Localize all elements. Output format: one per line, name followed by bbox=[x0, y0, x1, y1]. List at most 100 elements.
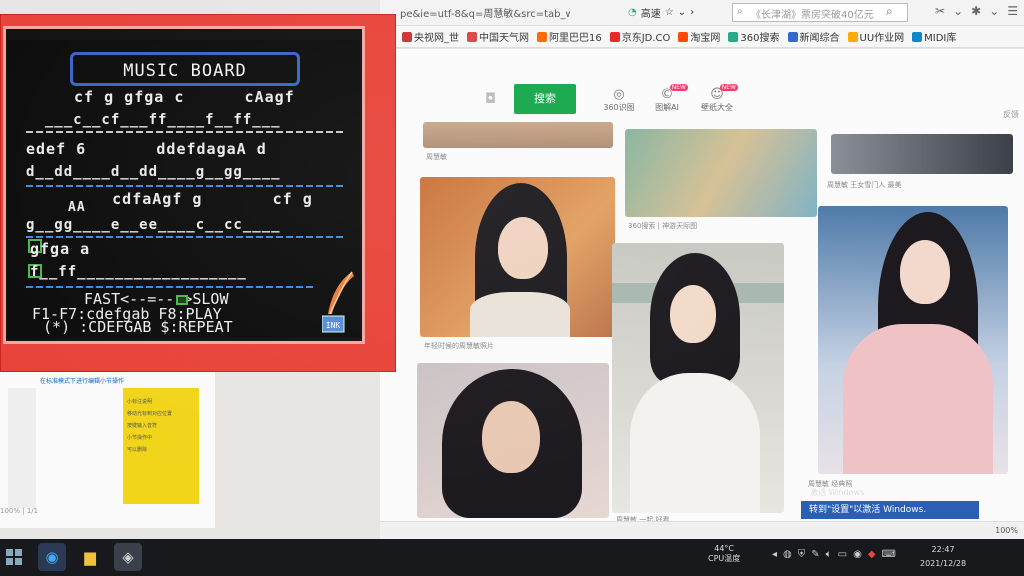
windows-activation-banner: 转到"设置"以激活 Windows. bbox=[801, 501, 979, 519]
browser-status-bar: 100% bbox=[380, 521, 1024, 539]
bookmark-item[interactable]: MIDI库 bbox=[912, 29, 956, 44]
bookmark-item[interactable]: 360搜索 bbox=[728, 29, 780, 44]
face-shape bbox=[670, 285, 716, 343]
note-line: g__gg____e__ee____c__cc____ bbox=[26, 217, 281, 233]
network-icon[interactable]: ◍ bbox=[783, 549, 792, 560]
image-search-page: ◘ 搜索 ◎ 360识图 © NEW 图解AI ☺ NEW 壁纸大全 反馈 周慧敏 年轻时… bbox=[380, 49, 1024, 539]
image-thumbnail[interactable] bbox=[423, 122, 613, 148]
bookmark-item[interactable]: 淘宝网 bbox=[678, 29, 720, 44]
bookmark-item[interactable]: 中国天气网 bbox=[467, 29, 529, 44]
editor-footer: 100% | 1/1 bbox=[0, 507, 39, 515]
note-line: ___c__cf___ff____f__ff___ bbox=[26, 112, 281, 128]
speed-slider-handle[interactable] bbox=[176, 295, 188, 305]
activation-hint-small: 激活 Windows bbox=[810, 488, 865, 497]
image-caption: 360搜索 | 神游天际图 bbox=[628, 222, 698, 230]
key-help: (*) :CDEFGAB $:REPEAT bbox=[34, 318, 233, 336]
eye-icon[interactable]: ◉ bbox=[853, 549, 862, 560]
image-thumbnail[interactable] bbox=[818, 206, 1008, 474]
nav-wallpaper[interactable]: ☺ NEW 壁纸大全 bbox=[692, 84, 742, 113]
shield-icon[interactable]: ⛨ bbox=[798, 549, 806, 560]
note-row: gfga a bbox=[30, 240, 91, 258]
note-line: d__dd____d__dd____g__gg____ bbox=[26, 164, 281, 180]
url-field[interactable]: pe&ie=utf-8&q=周慧敏&src=tab_web bbox=[400, 5, 570, 22]
face-shape bbox=[498, 217, 548, 279]
editor-title: 在标准模式下进行编辑小节操作 bbox=[40, 378, 125, 385]
zoom-level[interactable]: 100% bbox=[995, 526, 1018, 535]
camera-icon[interactable]: ◘ bbox=[485, 91, 496, 107]
windows-start-icon[interactable] bbox=[6, 549, 22, 565]
clock-date: 2021/12/28 bbox=[920, 559, 967, 568]
chevron-down-icon[interactable]: ⌄ bbox=[989, 4, 999, 18]
image-caption: 周慧敏 bbox=[426, 153, 447, 161]
app-taskbar-icon[interactable]: ◈ bbox=[114, 543, 142, 571]
browser-address-bar-row: pe&ie=utf-8&q=周慧敏&src=tab_web ◔ 高速 ☆ ⌄ ›… bbox=[380, 0, 1024, 26]
new-badge: NEW bbox=[719, 84, 738, 91]
image-thumbnail[interactable] bbox=[420, 177, 615, 337]
staff-line bbox=[26, 236, 344, 238]
note-row: cf g gfga c cAagf bbox=[64, 88, 295, 106]
music-board-title: MUSIC BOARD bbox=[123, 61, 247, 81]
bookmark-item[interactable]: 央视网_世 bbox=[402, 29, 459, 44]
display-icon[interactable]: ▭ bbox=[838, 549, 847, 560]
staff-line bbox=[26, 286, 316, 288]
folder-taskbar-icon[interactable]: ▆ bbox=[76, 543, 104, 571]
image-thumbnail[interactable] bbox=[625, 129, 817, 217]
pen-icon[interactable]: ✎ bbox=[811, 549, 819, 560]
browser-taskbar-icon[interactable]: ◉ bbox=[38, 543, 66, 571]
quick-link-row: ◔ 高速 ☆ ⌄ › bbox=[628, 5, 694, 20]
chevron-down-icon[interactable]: ⌄ bbox=[953, 4, 963, 18]
note-row: cdfaAgf g cf g bbox=[62, 190, 313, 208]
image-thumbnail[interactable] bbox=[831, 134, 1013, 174]
clock-time: 22:47 bbox=[931, 545, 955, 554]
bookmark-item[interactable]: 新闻综合 bbox=[787, 29, 840, 44]
search-placeholder: 《长津湖》票房突破40亿元 bbox=[751, 10, 874, 21]
quill-ink-icon: INK bbox=[322, 271, 354, 333]
star-icon[interactable]: ☆ bbox=[665, 7, 674, 18]
feedback-link[interactable]: 反馈 bbox=[1003, 109, 1019, 120]
menu-icon[interactable]: ☰ bbox=[1007, 4, 1018, 18]
staff-line bbox=[26, 185, 344, 187]
sticky-line: 小节操作中 bbox=[127, 435, 153, 441]
quick-link[interactable]: 高速 bbox=[641, 5, 661, 20]
antivirus-icon[interactable]: ◆ bbox=[868, 549, 876, 560]
nav-ai[interactable]: © NEW 图解AI bbox=[642, 84, 692, 113]
scissors-icon[interactable]: ✂ bbox=[935, 4, 945, 18]
chevron-left-icon[interactable]: ◂ bbox=[772, 549, 777, 560]
puzzle-icon[interactable]: ✱ bbox=[971, 4, 981, 18]
chevron-down-icon[interactable]: ⌄ bbox=[678, 7, 686, 18]
speed-icon[interactable]: ◔ bbox=[628, 7, 637, 18]
note-line: f__ff__________________ bbox=[30, 264, 247, 280]
cpu-temp-value: 44°C bbox=[714, 544, 735, 553]
bookmarks-bar: 央视网_世 中国天气网 阿里巴巴16 京东JD.CO 淘宝网 360搜索 新闻综… bbox=[390, 26, 1024, 48]
bookmark-item[interactable]: 京东JD.CO bbox=[609, 29, 670, 44]
sticky-line: 按键输入音符 bbox=[127, 423, 158, 429]
image-thumbnail[interactable] bbox=[417, 363, 609, 518]
note-row: edef 6 ddefdagaA d bbox=[26, 140, 267, 158]
dress-shape bbox=[630, 373, 760, 513]
sticky-line: 可以删除 bbox=[127, 447, 148, 453]
face-shape bbox=[900, 240, 950, 304]
bookmark-item[interactable]: 阿里巴巴16 bbox=[537, 29, 602, 44]
browser-search-input[interactable]: ⌕ 《长津湖》票房突破40亿元 bbox=[732, 3, 908, 22]
system-tray: ◂ ◍ ⛨ ✎ 🔈︎ ▭ ◉ ◆ ⌨ bbox=[772, 549, 896, 560]
dress-shape bbox=[843, 324, 993, 474]
sticky-line: 移动光标到对应位置 bbox=[127, 411, 173, 417]
nav-image-recognition[interactable]: ◎ 360识图 bbox=[594, 87, 644, 113]
desktop-screen: pe&ie=utf-8&q=周慧敏&src=tab_web ◔ 高速 ☆ ⌄ ›… bbox=[0, 0, 1024, 576]
image-thumbnail[interactable] bbox=[612, 243, 784, 513]
volume-icon[interactable]: 🔈︎ bbox=[826, 549, 832, 560]
arrow-right-icon[interactable]: › bbox=[690, 7, 694, 18]
cpu-temp-label: CPU温度 bbox=[708, 554, 741, 563]
sticky-line: 小标注说明 bbox=[127, 399, 153, 405]
search-go-icon[interactable]: ⌕ bbox=[886, 4, 904, 21]
search-button[interactable]: 搜索 bbox=[514, 84, 576, 114]
image-caption: 周慧敏 王女雪门人 最美 bbox=[827, 181, 902, 189]
keyboard-icon[interactable]: ⌨ bbox=[882, 549, 896, 560]
new-badge: NEW bbox=[669, 84, 688, 91]
editor-toolbox[interactable] bbox=[8, 388, 36, 508]
cpu-temp: 44°C CPU温度 bbox=[708, 544, 740, 564]
dress-shape bbox=[470, 292, 570, 337]
clock[interactable]: 22:47 2021/12/28 bbox=[920, 543, 966, 571]
bookmark-item[interactable]: UU作业网 bbox=[847, 29, 904, 44]
face-shape bbox=[482, 401, 540, 473]
